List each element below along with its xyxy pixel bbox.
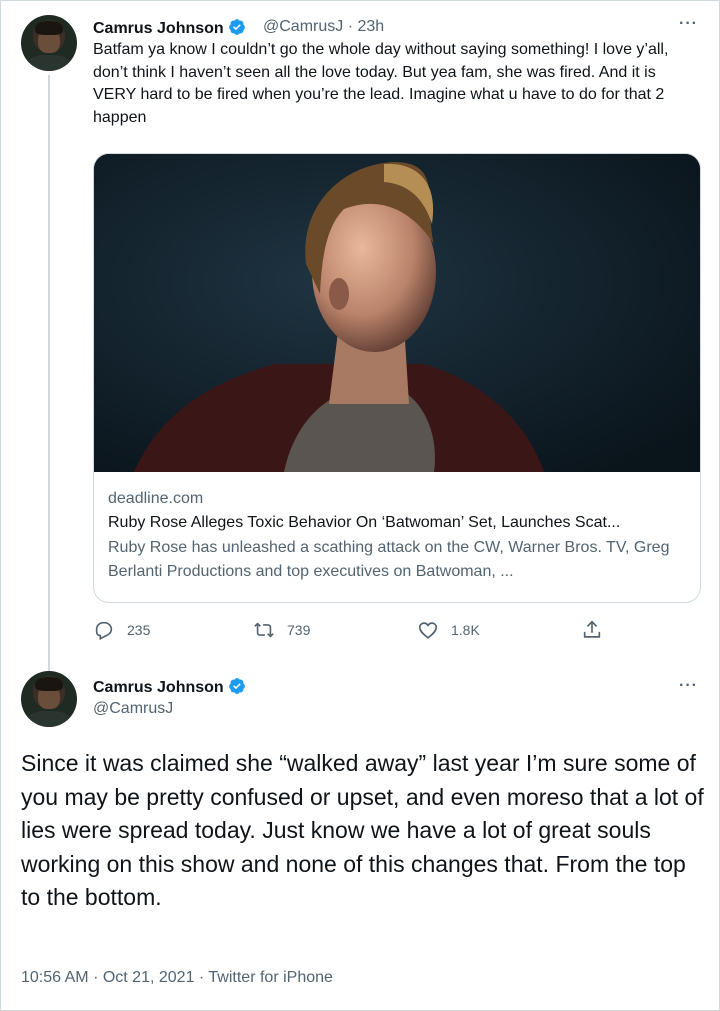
tweet-source[interactable]: Twitter for iPhone bbox=[208, 969, 333, 986]
retweet-icon bbox=[254, 622, 274, 638]
reply-count: 235 bbox=[127, 622, 151, 638]
more-icon[interactable]: ··· bbox=[679, 15, 698, 33]
portrait-illustration bbox=[94, 154, 700, 472]
author-name[interactable]: Camrus Johnson bbox=[93, 18, 246, 38]
card-description: Ruby Rose has unleashed a scathing attac… bbox=[108, 539, 670, 580]
thread-connector-line bbox=[48, 75, 50, 671]
like-icon bbox=[418, 622, 438, 639]
tweet-body: Since it was claimed she “walked away” l… bbox=[21, 750, 704, 910]
action-bar: 235 739 1.8K bbox=[93, 619, 613, 645]
tweet-date[interactable]: Oct 21, 2021 bbox=[103, 969, 195, 986]
separator-dot: · bbox=[93, 969, 99, 986]
verified-badge-icon bbox=[228, 19, 245, 35]
tweet-body: Batfam ya know I couldn’t go the whole d… bbox=[93, 41, 669, 126]
share-button[interactable] bbox=[581, 619, 615, 641]
author-handle[interactable]: @CamrusJ bbox=[93, 700, 173, 718]
avatar[interactable] bbox=[21, 671, 77, 727]
card-title: Ruby Rose Alleges Toxic Behavior On ‘Bat… bbox=[108, 514, 621, 531]
tweet-timestamp[interactable]: 23h bbox=[357, 18, 384, 35]
card-domain: deadline.com bbox=[108, 490, 204, 507]
author-handle-and-time: @CamrusJ · 23h bbox=[263, 18, 384, 36]
link-card[interactable]: deadline.com Ruby Rose Alleges Toxic Beh… bbox=[93, 153, 701, 603]
tweet-meta: 10:56 AM · Oct 21, 2021 · Twitter for iP… bbox=[21, 969, 333, 987]
author-name[interactable]: Camrus Johnson bbox=[93, 677, 246, 697]
retweet-count: 739 bbox=[287, 622, 311, 638]
retweet-button[interactable]: 739 bbox=[253, 619, 310, 641]
like-count: 1.8K bbox=[451, 622, 480, 638]
author-name-text[interactable]: Camrus Johnson bbox=[93, 679, 224, 696]
more-icon[interactable]: ··· bbox=[679, 677, 698, 695]
reply-icon bbox=[95, 621, 113, 641]
share-icon bbox=[583, 620, 601, 638]
card-meta[interactable]: deadline.com Ruby Rose Alleges Toxic Beh… bbox=[108, 488, 692, 584]
tweet-time[interactable]: 10:56 AM bbox=[21, 969, 89, 986]
card-image[interactable] bbox=[94, 154, 700, 472]
author-name-text[interactable]: Camrus Johnson bbox=[93, 20, 224, 37]
verified-badge-icon bbox=[228, 678, 245, 694]
author-handle[interactable]: @CamrusJ bbox=[263, 18, 343, 35]
separator-dot: · bbox=[347, 18, 354, 35]
tweet-thread: Camrus Johnson @CamrusJ · 23h ··· Batfam… bbox=[0, 0, 720, 1011]
avatar[interactable] bbox=[21, 15, 77, 71]
separator-dot: · bbox=[198, 969, 205, 986]
like-button[interactable]: 1.8K bbox=[417, 619, 480, 641]
reply-button[interactable]: 235 bbox=[93, 619, 150, 641]
